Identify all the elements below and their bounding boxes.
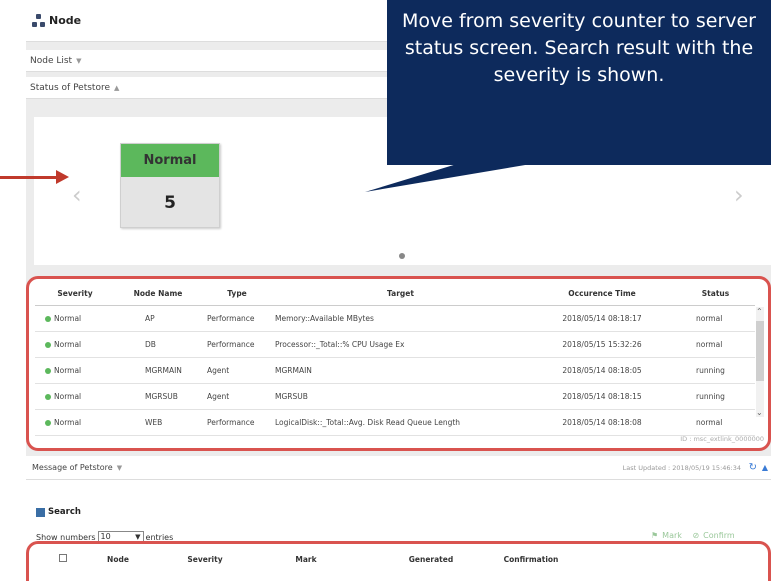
node-name-cell: MGRMAIN — [115, 357, 201, 384]
server-status-table-panel: Severity Node Name Type Target Occurence… — [26, 276, 771, 451]
node-name-cell: MGRSUB — [115, 383, 201, 410]
node-icon — [32, 13, 46, 28]
page-title: Node — [49, 14, 82, 27]
table-row[interactable]: Normal MGRMAIN Agent MGRMAIN 2018/05/14 … — [35, 357, 755, 384]
search-label: Search — [48, 507, 81, 517]
entries-select-value: 10 — [100, 532, 111, 541]
severity-cell: Normal — [54, 417, 82, 427]
refresh-icon[interactable]: ↻ — [749, 462, 757, 473]
node-list-label: Node List — [30, 55, 73, 66]
severity-counter-normal[interactable]: Normal 5 — [120, 143, 220, 228]
col-severity[interactable]: Severity — [35, 283, 115, 306]
pointer-arrow-icon — [56, 170, 69, 184]
severity-dot — [45, 367, 51, 374]
select-all-checkbox[interactable] — [59, 554, 67, 562]
message-section-toggle[interactable]: Message of Petstore ▼ Last Updated : 2018… — [26, 456, 771, 480]
table-row[interactable]: Normal DB Performance Processor::_Total:… — [35, 331, 755, 358]
target-cell: MGRMAIN — [273, 357, 528, 384]
status-cell: normal — [676, 331, 755, 358]
server-status-table: Severity Node Name Type Target Occurence… — [35, 283, 755, 436]
scroll-up-icon[interactable]: ⌃ — [756, 307, 763, 316]
node-name-cell: DB — [115, 331, 201, 358]
target-cell: LogicalDisk::_Total::Avg. Disk Read Queu… — [273, 409, 528, 436]
mark-label: Mark — [662, 531, 682, 540]
time-cell: 2018/05/14 08:18:08 — [528, 409, 676, 436]
type-cell: Agent — [201, 383, 273, 410]
status-cell: running — [676, 383, 755, 410]
node-name-cell: WEB — [115, 409, 201, 436]
type-cell: Agent — [201, 357, 273, 384]
confirm-label: Confirm — [703, 531, 735, 540]
search-icon — [36, 507, 45, 517]
severity-cell: Normal — [54, 365, 82, 375]
table-row[interactable]: Normal WEB Performance LogicalDisk::_Tot… — [35, 409, 755, 436]
table-footer-id: ID : msc_extlink_0000000 — [680, 435, 764, 443]
pointer-arrow-shaft — [0, 176, 58, 179]
target-cell: Memory::Available MBytes — [273, 305, 528, 332]
severity-dot — [45, 393, 51, 400]
scroll-down-icon[interactable]: ⌄ — [756, 408, 763, 417]
status-cell: normal — [676, 305, 755, 332]
col-node[interactable]: Node — [77, 548, 159, 570]
col-mark[interactable]: Mark — [251, 548, 361, 570]
annotation-callout: Move from severity counter to server sta… — [387, 0, 771, 165]
col-occurence-time[interactable]: Occurence Time — [528, 283, 676, 306]
status-section-label: Status of Petstore — [30, 82, 111, 93]
message-section-label: Message of Petstore — [32, 463, 113, 472]
col-spacer — [561, 548, 769, 570]
col-target[interactable]: Target — [273, 283, 528, 306]
carousel-page-dot[interactable] — [399, 253, 405, 259]
severity-cell: Normal — [54, 313, 82, 323]
message-actions: ⚑ Mark ⊘ Confirm — [651, 531, 743, 540]
severity-cell: Normal — [54, 391, 82, 401]
type-cell: Performance — [201, 331, 273, 358]
check-circle-icon: ⊘ — [692, 531, 700, 540]
time-cell: 2018/05/14 08:18:15 — [528, 383, 676, 410]
severity-card-count: 5 — [164, 193, 176, 213]
severity-dot — [45, 419, 51, 426]
chevron-left-icon[interactable]: ‹ — [72, 181, 82, 209]
type-cell: Performance — [201, 305, 273, 332]
message-table-panel: Node Severity Mark Generated Confirmatio… — [26, 541, 771, 581]
confirm-button[interactable]: ⊘ Confirm — [692, 531, 738, 540]
callout-text: Move from severity counter to server sta… — [402, 10, 756, 86]
scrollbar-thumb[interactable] — [756, 321, 764, 381]
time-cell: 2018/05/15 15:32:26 — [528, 331, 676, 358]
chevron-down-icon: ▼ — [116, 463, 123, 472]
select-all-cell — [49, 548, 77, 570]
chevron-right-icon[interactable]: › — [734, 181, 744, 209]
expand-icon[interactable]: ▲ — [762, 463, 768, 472]
severity-card-label: Normal — [121, 144, 219, 177]
node-name-cell: AP — [115, 305, 201, 332]
flag-icon: ⚑ — [651, 531, 659, 540]
col-node-name[interactable]: Node Name — [115, 283, 201, 306]
table-row[interactable]: Normal MGRSUB Agent MGRSUB 2018/05/14 08… — [35, 383, 755, 410]
message-table: Node Severity Mark Generated Confirmatio… — [49, 548, 769, 570]
search-button[interactable]: Search — [36, 507, 81, 517]
severity-dot — [45, 341, 51, 348]
status-cell: running — [676, 357, 755, 384]
col-generated[interactable]: Generated — [361, 548, 501, 570]
col-confirmation[interactable]: Confirmation — [501, 548, 561, 570]
time-cell: 2018/05/14 08:18:05 — [528, 357, 676, 384]
severity-dot — [45, 315, 51, 322]
chevron-down-icon: ▼ — [76, 56, 82, 65]
chevron-up-icon: ▲ — [114, 83, 120, 92]
target-cell: Processor::_Total::% CPU Usage Ex — [273, 331, 528, 358]
time-cell: 2018/05/14 08:18:17 — [528, 305, 676, 332]
col-status[interactable]: Status — [676, 283, 755, 306]
table-row[interactable]: Normal AP Performance Memory::Available … — [35, 305, 755, 332]
col-msg-severity[interactable]: Severity — [159, 548, 251, 570]
status-cell: normal — [676, 409, 755, 436]
col-type[interactable]: Type — [201, 283, 273, 306]
table-scrollbar[interactable]: ⌃ ⌄ — [756, 307, 764, 417]
target-cell: MGRSUB — [273, 383, 528, 410]
type-cell: Performance — [201, 409, 273, 436]
mark-button[interactable]: ⚑ Mark — [651, 531, 686, 540]
last-updated-text: Last Updated : 2018/05/19 15:46:34 — [622, 463, 741, 472]
severity-cell: Normal — [54, 339, 82, 349]
